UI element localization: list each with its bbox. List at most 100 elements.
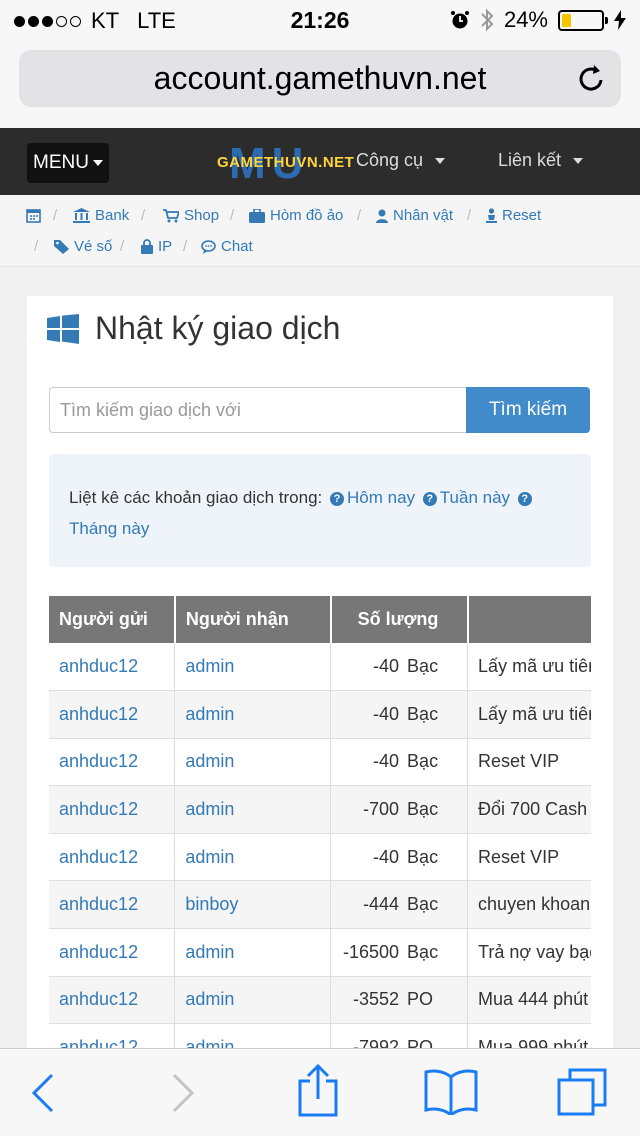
search-form: Tìm kiếm: [49, 387, 590, 433]
browser-header: account.gamethuvn.net: [0, 40, 640, 128]
receiver-link[interactable]: admin: [174, 928, 332, 977]
table-row[interactable]: anhduc12 admin -40 Bạc Lấy mã ưu tiên: [49, 690, 591, 739]
status-bar: KT LTE 21:26 24%: [0, 0, 640, 40]
cart-icon: [163, 208, 179, 222]
receiver-link[interactable]: admin: [174, 785, 332, 834]
menu-button[interactable]: MENU: [27, 143, 109, 183]
site-logo[interactable]: MU GAMETHUVN.NET: [217, 142, 367, 186]
sender-link[interactable]: anhduc12: [49, 833, 176, 882]
table-row[interactable]: anhduc12 admin -40 Bạc Lấy mã ưu tiên: [49, 643, 591, 692]
title-row: Nhật ký giao dịch: [47, 310, 340, 347]
amount-unit: PO: [407, 989, 434, 1010]
crumb-label: Shop: [184, 207, 220, 224]
caret-down-icon: [435, 157, 446, 164]
battery-icon: [558, 9, 608, 31]
transactions-table[interactable]: Người gửi Người nhận Số lượng anhduc12 ad…: [49, 596, 591, 1056]
crumb-character[interactable]: Nhân vật: [376, 207, 453, 224]
battery-percent: 24%: [503, 7, 548, 32]
amount-cell: -444 Bạc: [330, 880, 469, 930]
address-bar[interactable]: account.gamethuvn.net: [19, 50, 621, 107]
amount-unit: Bạc: [407, 703, 439, 724]
sender-link[interactable]: anhduc12: [49, 643, 176, 692]
sender-link[interactable]: anhduc12: [49, 928, 176, 977]
sender-link[interactable]: anhduc12: [49, 976, 176, 1025]
bookmarks-icon[interactable]: [424, 1067, 478, 1115]
logo-text: GAMETHUVN.NET: [217, 154, 355, 171]
filter-today-link[interactable]: Hôm nay: [347, 488, 415, 507]
receiver-link[interactable]: admin: [174, 643, 332, 692]
calendar-icon[interactable]: [26, 208, 41, 223]
forward-icon[interactable]: [170, 1071, 196, 1115]
receiver-link[interactable]: admin: [174, 833, 332, 882]
table-row[interactable]: anhduc12 admin -40 Bạc Reset VIP: [49, 738, 591, 787]
crumb-reset[interactable]: Reset: [486, 207, 541, 224]
table-row[interactable]: anhduc12 admin -16500 Bạc Trả nợ vay bạc: [49, 928, 591, 977]
filter-month-link[interactable]: Tháng này: [69, 519, 149, 538]
tabs-icon[interactable]: [556, 1067, 608, 1117]
alarm-icon: [450, 11, 469, 29]
note-cell: chuyen khoan: [467, 880, 591, 930]
question-icon: ?: [330, 492, 345, 506]
url-text: account.gamethuvn.net: [153, 60, 487, 96]
amount-unit: Bạc: [407, 799, 439, 820]
crumb-bank[interactable]: Bank: [73, 207, 129, 224]
note-cell: Lấy mã ưu tiên: [467, 690, 591, 739]
header-receiver: Người nhận: [174, 596, 332, 643]
sender-link[interactable]: anhduc12: [49, 880, 176, 930]
header-note: [467, 596, 591, 643]
nav-tools[interactable]: Công cụ: [356, 150, 446, 171]
status-right: 24%: [450, 7, 626, 33]
page-title: Nhật ký giao dịch: [95, 310, 341, 346]
chat-icon: [201, 239, 216, 254]
crumb-label: Vé số: [74, 238, 113, 255]
amount-cell: -16500 Bạc: [330, 928, 469, 977]
crumb-label: Chat: [221, 238, 253, 255]
crumb-label: Nhân vật: [393, 207, 454, 224]
table-row[interactable]: anhduc12 binboy -444 Bạc chuyen khoan: [49, 880, 591, 930]
question-icon: ?: [422, 492, 437, 506]
info-text: Liệt kê các khoản giao dịch trong:: [69, 488, 323, 507]
filter-week-link[interactable]: Tuần này: [440, 488, 510, 507]
sender-link[interactable]: anhduc12: [49, 785, 176, 834]
bluetooth-icon: [481, 8, 494, 32]
receiver-link[interactable]: admin: [174, 690, 332, 739]
table-row[interactable]: anhduc12 admin -700 Bạc Đổi 700 Cash: [49, 785, 591, 834]
search-button[interactable]: Tìm kiếm: [466, 387, 590, 433]
table-row[interactable]: anhduc12 admin -3552 PO Mua 444 phút: [49, 976, 591, 1025]
crumb-inventory[interactable]: Hòm đồ ảo: [249, 207, 343, 224]
receiver-link[interactable]: admin: [174, 738, 332, 787]
sender-link[interactable]: anhduc12: [49, 738, 176, 787]
amount-value: -40: [373, 656, 400, 677]
amount-cell: -700 Bạc: [330, 785, 469, 834]
amount-value: -40: [373, 751, 400, 772]
note-cell: Reset VIP: [467, 833, 591, 882]
search-input[interactable]: [49, 387, 466, 433]
site-navbar: MENU MU GAMETHUVN.NET Công cụ Liên kết: [0, 128, 640, 195]
amount-value: -40: [373, 703, 400, 724]
crumb-shop[interactable]: Shop: [163, 207, 219, 224]
back-icon[interactable]: [30, 1071, 56, 1115]
crumb-lottery[interactable]: Vé số: [54, 238, 112, 255]
note-cell: Mua 444 phút: [467, 976, 591, 1025]
table-row[interactable]: anhduc12 admin -40 Bạc Reset VIP: [49, 833, 591, 882]
reload-icon[interactable]: [577, 62, 607, 94]
amount-cell: -40 Bạc: [330, 738, 469, 787]
nav-links[interactable]: Liên kết: [498, 150, 584, 171]
amount-value: -40: [373, 846, 400, 867]
crumb-label: IP: [158, 238, 173, 255]
share-icon[interactable]: [296, 1063, 340, 1117]
receiver-link[interactable]: admin: [174, 976, 332, 1025]
table-header-row: Người gửi Người nhận Số lượng: [49, 596, 591, 643]
amount-cell: -40 Bạc: [330, 690, 469, 739]
sender-link[interactable]: anhduc12: [49, 690, 176, 739]
amount-value: -444: [363, 894, 400, 915]
amount-cell: -3552 PO: [330, 976, 469, 1025]
crumb-label: Bank: [95, 207, 130, 224]
receiver-link[interactable]: binboy: [174, 880, 332, 930]
charging-icon: [614, 10, 626, 30]
amount-unit: Bạc: [407, 846, 439, 867]
crumb-chat[interactable]: Chat: [201, 238, 253, 255]
crumb-ip[interactable]: IP: [141, 238, 172, 255]
header-sender: Người gửi: [49, 596, 176, 643]
crumb-label: Reset: [502, 207, 542, 224]
